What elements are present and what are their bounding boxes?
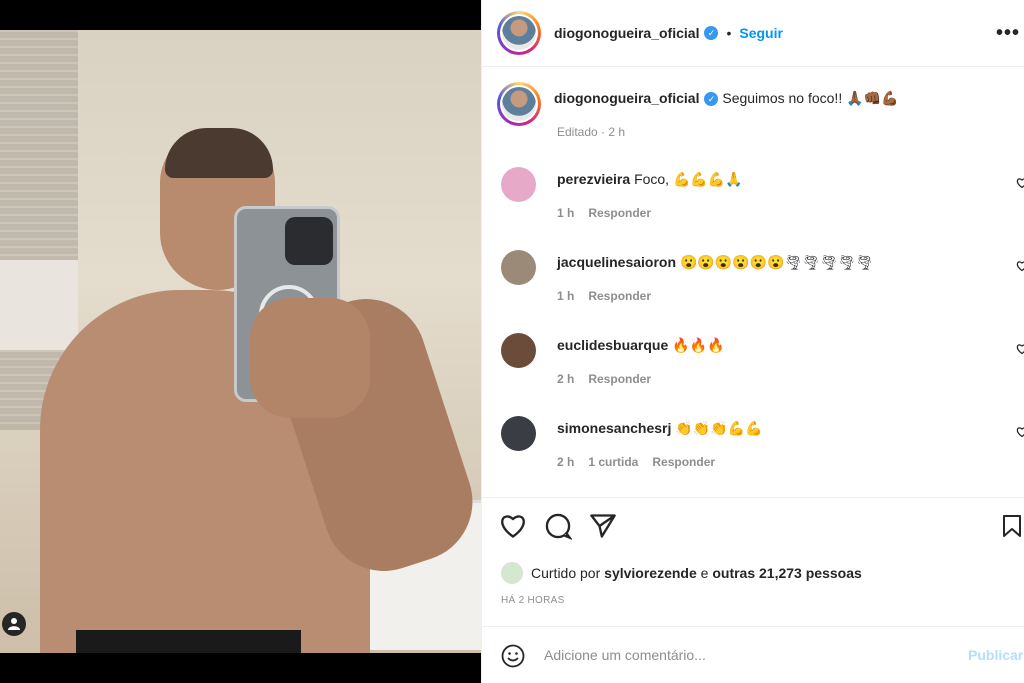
author-username[interactable]: diogonogueira_oficial [554, 25, 699, 41]
reply-button[interactable]: Responder [588, 206, 651, 220]
comment-avatar[interactable] [501, 250, 536, 285]
comment-text: Foco, [634, 171, 673, 187]
post-header: diogonogueira_oficial ✓ • Seguir ••• [482, 0, 1024, 67]
verified-badge-icon: ✓ [704, 92, 719, 107]
post-photo[interactable] [0, 30, 481, 653]
comment-username[interactable]: jacquelinesaioron [557, 254, 676, 270]
likes-others[interactable]: outras 21,273 pessoas [712, 565, 861, 581]
photo-shorts [76, 630, 301, 653]
post-timestamp[interactable]: HÁ 2 HORAS [501, 595, 565, 606]
liker-username[interactable]: sylviorezende [604, 565, 697, 581]
photo-phone-camera [285, 217, 333, 265]
comment-avatar[interactable] [501, 167, 536, 202]
comment-input[interactable]: Adicione um comentário... [544, 647, 706, 663]
likes-summary: Curtido por sylviorezende e outras 21,27… [501, 562, 862, 584]
comment-time: 1 h [557, 206, 575, 220]
comment-time: 1 h [557, 289, 575, 303]
comment-likes-count[interactable]: 1 curtida [588, 455, 638, 469]
comment-emoji: 👏👏👏💪💪 [675, 420, 763, 436]
share-send-icon[interactable] [589, 512, 617, 540]
caption-avatar[interactable] [497, 82, 541, 126]
more-options-icon[interactable]: ••• [996, 22, 1020, 45]
comment-time: 2 h [557, 455, 575, 469]
caption-text: Seguimos no foco!! [722, 90, 843, 106]
reply-button[interactable]: Responder [588, 289, 651, 303]
likes-prefix: Curtido por [531, 565, 601, 581]
follow-button[interactable]: Seguir [739, 25, 783, 41]
reply-button[interactable]: Responder [652, 455, 715, 469]
post-sidebar: diogonogueira_oficial ✓ • Seguir ••• dio… [481, 0, 1024, 683]
photo-hand [250, 298, 370, 418]
photo-shelf [0, 260, 78, 350]
caption-emoji: 🙏🏾👊🏾💪🏾 [846, 90, 899, 106]
save-bookmark-icon[interactable] [1000, 512, 1024, 540]
verified-badge-icon: ✓ [704, 26, 719, 40]
photo-panel [0, 0, 481, 683]
separator-dot: • [726, 25, 732, 41]
comment-username[interactable]: euclidesbuarque [557, 337, 668, 353]
comment-avatar[interactable] [501, 333, 536, 368]
comment-heart-icon[interactable] [1016, 260, 1024, 272]
comment-username[interactable]: perezvieira [557, 171, 630, 187]
comment-heart-icon[interactable] [1016, 426, 1024, 438]
comment-username[interactable]: simonesanchesrj [557, 420, 671, 436]
comment-bubble-icon[interactable] [544, 512, 572, 540]
comment-emoji: 😮😮😮😮😮😮🌪🌪🌪🌪🌪 [679, 254, 874, 270]
reply-button[interactable]: Responder [588, 372, 651, 386]
likes-middle: e [700, 565, 709, 581]
comment-heart-icon[interactable] [1016, 343, 1024, 355]
photo-hair [165, 128, 273, 178]
edited-timestamp: Editado · 2 h [557, 125, 626, 139]
comment-emoji: 🔥🔥🔥 [672, 337, 725, 353]
author-avatar[interactable] [497, 11, 541, 55]
comment-heart-icon[interactable] [1016, 177, 1024, 189]
add-comment-bar: Adicione um comentário... Publicar [482, 626, 1024, 683]
comment-emoji: 💪💪💪🙏 [672, 171, 743, 187]
emoji-smiley-icon[interactable] [501, 644, 525, 668]
action-bar [482, 497, 1024, 557]
caption-username[interactable]: diogonogueira_oficial [554, 90, 699, 106]
like-heart-icon[interactable] [499, 512, 527, 540]
comment-time: 2 h [557, 372, 575, 386]
comment-avatar[interactable] [501, 416, 536, 451]
publish-button[interactable]: Publicar [968, 647, 1023, 663]
post-caption: diogonogueira_oficial ✓ Seguimos no foco!… [497, 82, 898, 126]
liker-avatar[interactable] [501, 562, 523, 584]
person-icon[interactable] [2, 612, 26, 636]
